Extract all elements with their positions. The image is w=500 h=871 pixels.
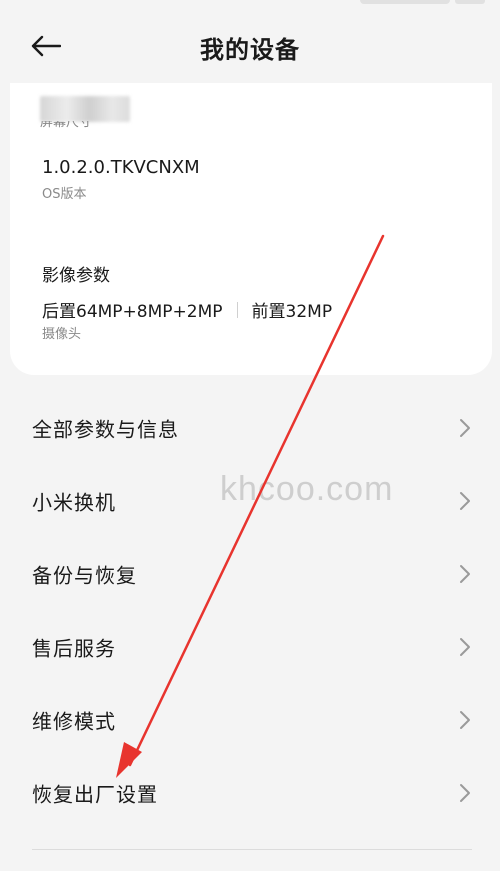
menu-item-label: 维修模式 [32, 709, 116, 734]
header: 我的设备 [0, 0, 500, 80]
camera-spec-row: 后置64MP+8MP+2MP 前置32MP [42, 297, 332, 322]
menu-item-after-sales[interactable]: 售后服务 [0, 611, 500, 683]
screen-size-label: 屏幕尺寸 [40, 121, 93, 130]
menu-item-label: 备份与恢复 [32, 563, 137, 588]
device-info-card: 屏幕尺寸 1.0.2.0.TKVCNXM OS版本 影像参数 后置64MP+8M… [10, 83, 492, 375]
blurred-value [40, 96, 130, 122]
chevron-right-icon [460, 638, 470, 656]
camera-label: 摄像头 [42, 327, 82, 342]
menu-item-repair-mode[interactable]: 维修模式 [0, 684, 500, 756]
list-divider [32, 849, 472, 850]
menu-item-factory-reset[interactable]: 恢复出厂设置 [0, 757, 500, 829]
menu-item-label: 恢复出厂设置 [32, 782, 158, 807]
page: 我的设备 屏幕尺寸 1.0.2.0.TKVCNXM OS版本 影像参数 后置64… [0, 0, 500, 871]
rear-camera-value: 后置64MP+8MP+2MP [42, 302, 223, 322]
chevron-right-icon [460, 492, 470, 510]
menu-item-all-specs[interactable]: 全部参数与信息 [0, 392, 500, 464]
front-camera-value: 前置32MP [251, 302, 333, 322]
menu-item-label: 全部参数与信息 [32, 417, 179, 442]
page-title: 我的设备 [200, 36, 300, 64]
menu-item-label: 小米换机 [32, 490, 116, 515]
os-version-label: OS版本 [42, 187, 87, 202]
menu-item-label: 售后服务 [32, 636, 116, 661]
camera-section-title: 影像参数 [42, 266, 110, 286]
menu-item-backup-restore[interactable]: 备份与恢复 [0, 538, 500, 610]
camera-divider [236, 301, 238, 318]
chevron-right-icon [460, 784, 470, 802]
chevron-right-icon [460, 419, 470, 437]
chevron-right-icon [460, 565, 470, 583]
chevron-right-icon [460, 711, 470, 729]
os-version-value: 1.0.2.0.TKVCNXM [42, 157, 200, 178]
watermark: khcoo.com [220, 470, 394, 508]
